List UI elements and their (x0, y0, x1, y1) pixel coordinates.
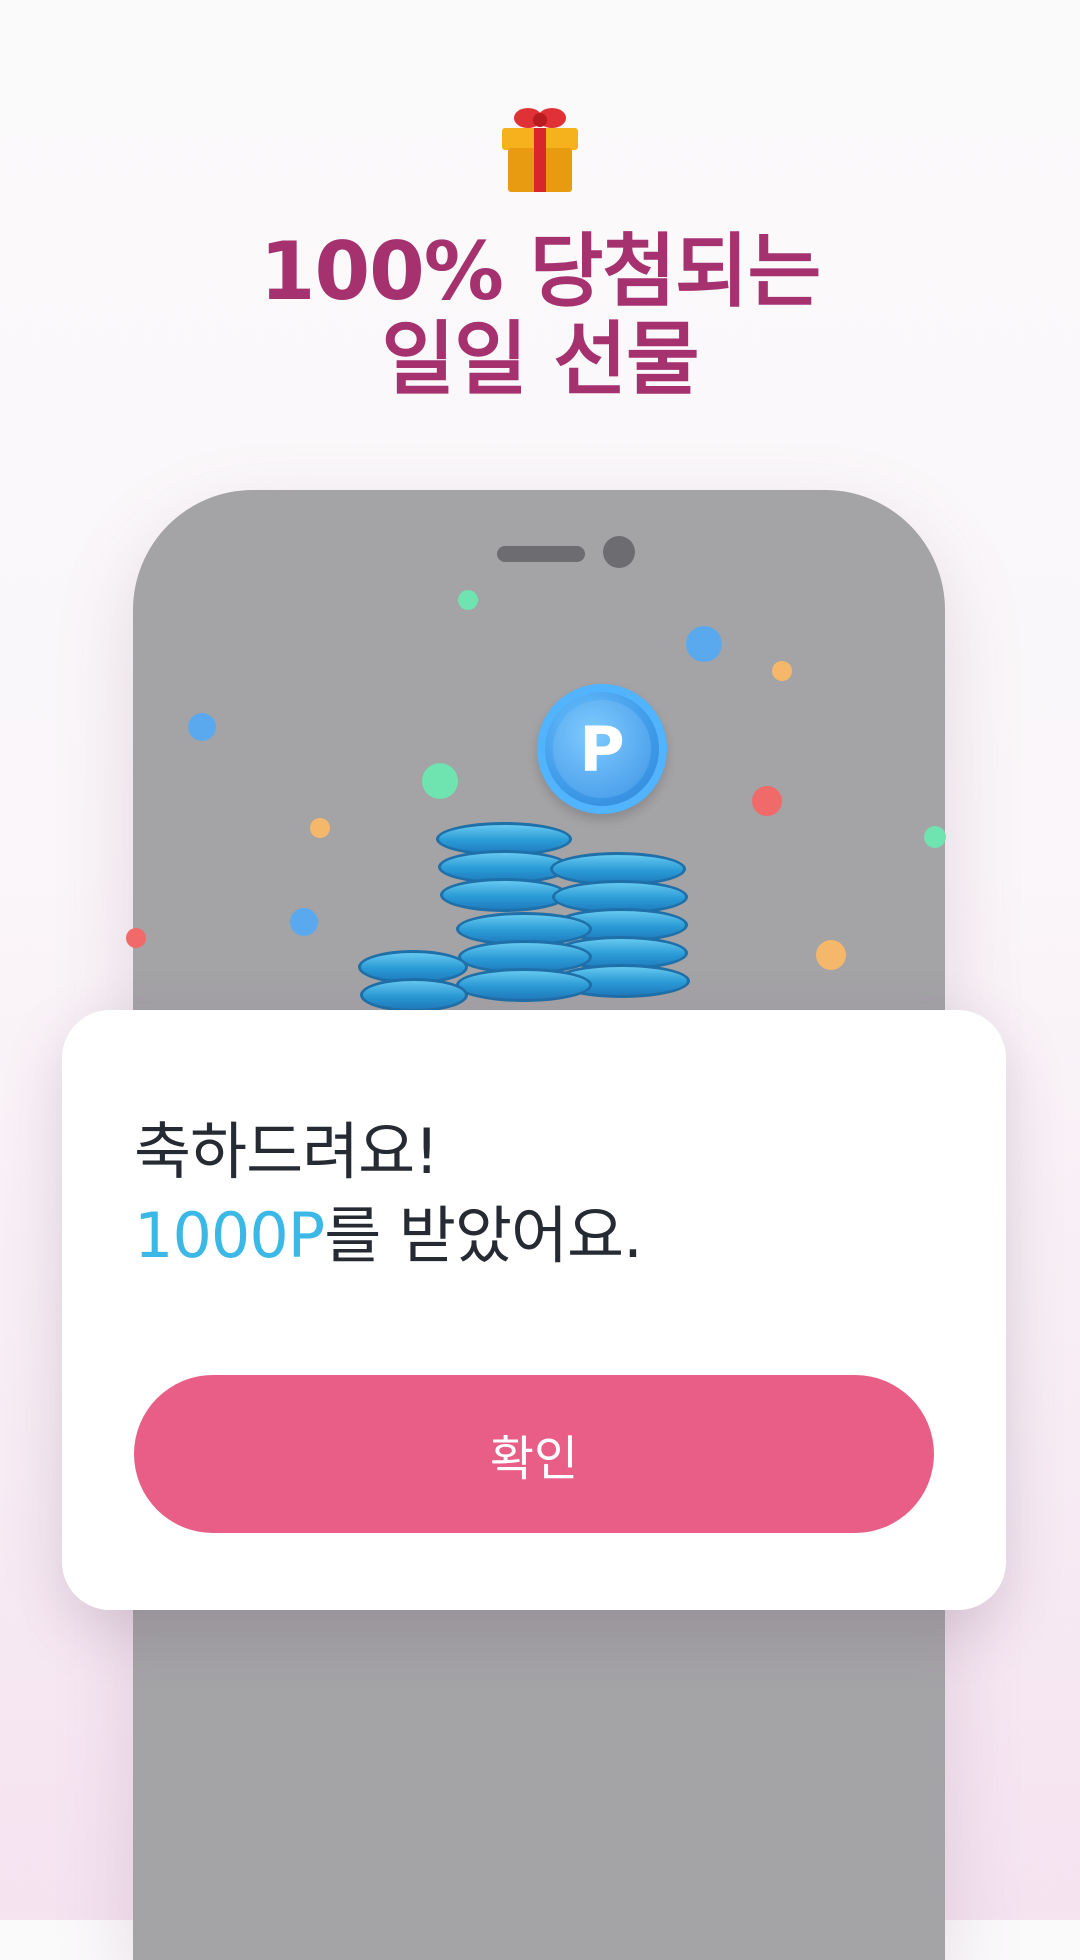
confetti-dot (924, 826, 946, 848)
confetti-dot (458, 590, 478, 610)
point-coin-face: P (553, 700, 651, 798)
point-coin-symbol: P (579, 712, 625, 786)
coin-stacks (350, 820, 710, 1010)
confetti-dot (188, 713, 216, 741)
coin (456, 968, 592, 1002)
confirm-button[interactable]: 확인 (134, 1375, 934, 1533)
confetti-dot (686, 626, 722, 662)
phone-speaker (497, 546, 585, 562)
confetti-dot (310, 818, 330, 838)
coin (440, 878, 568, 912)
confetti-dot (126, 928, 146, 948)
reward-dialog: 축하드려요! 1000P를 받았어요. 확인 (62, 1010, 1006, 1610)
confetti-dot (422, 763, 458, 799)
point-coin-icon: P (537, 684, 667, 814)
confetti-dot (772, 661, 792, 681)
confetti-dot (816, 940, 846, 970)
title-line-1: 100% 당첨되는 (259, 225, 821, 318)
phone-camera (603, 536, 635, 568)
reward-message-line-2: 1000P를 받았어요. (134, 1194, 643, 1278)
reward-points: 1000P (134, 1199, 325, 1272)
gift-icon (502, 108, 578, 192)
title-line-2: 일일 선물 (381, 313, 699, 406)
confetti-dot (752, 786, 782, 816)
confetti-dot (290, 908, 318, 936)
reward-message-suffix: 를 받았어요. (324, 1199, 643, 1272)
page-title: 100% 당첨되는 일일 선물 (0, 228, 1080, 404)
reward-message: 축하드려요! 1000P를 받았어요. (134, 1110, 643, 1278)
reward-message-line-1: 축하드려요! (134, 1115, 439, 1188)
coin (360, 978, 468, 1010)
